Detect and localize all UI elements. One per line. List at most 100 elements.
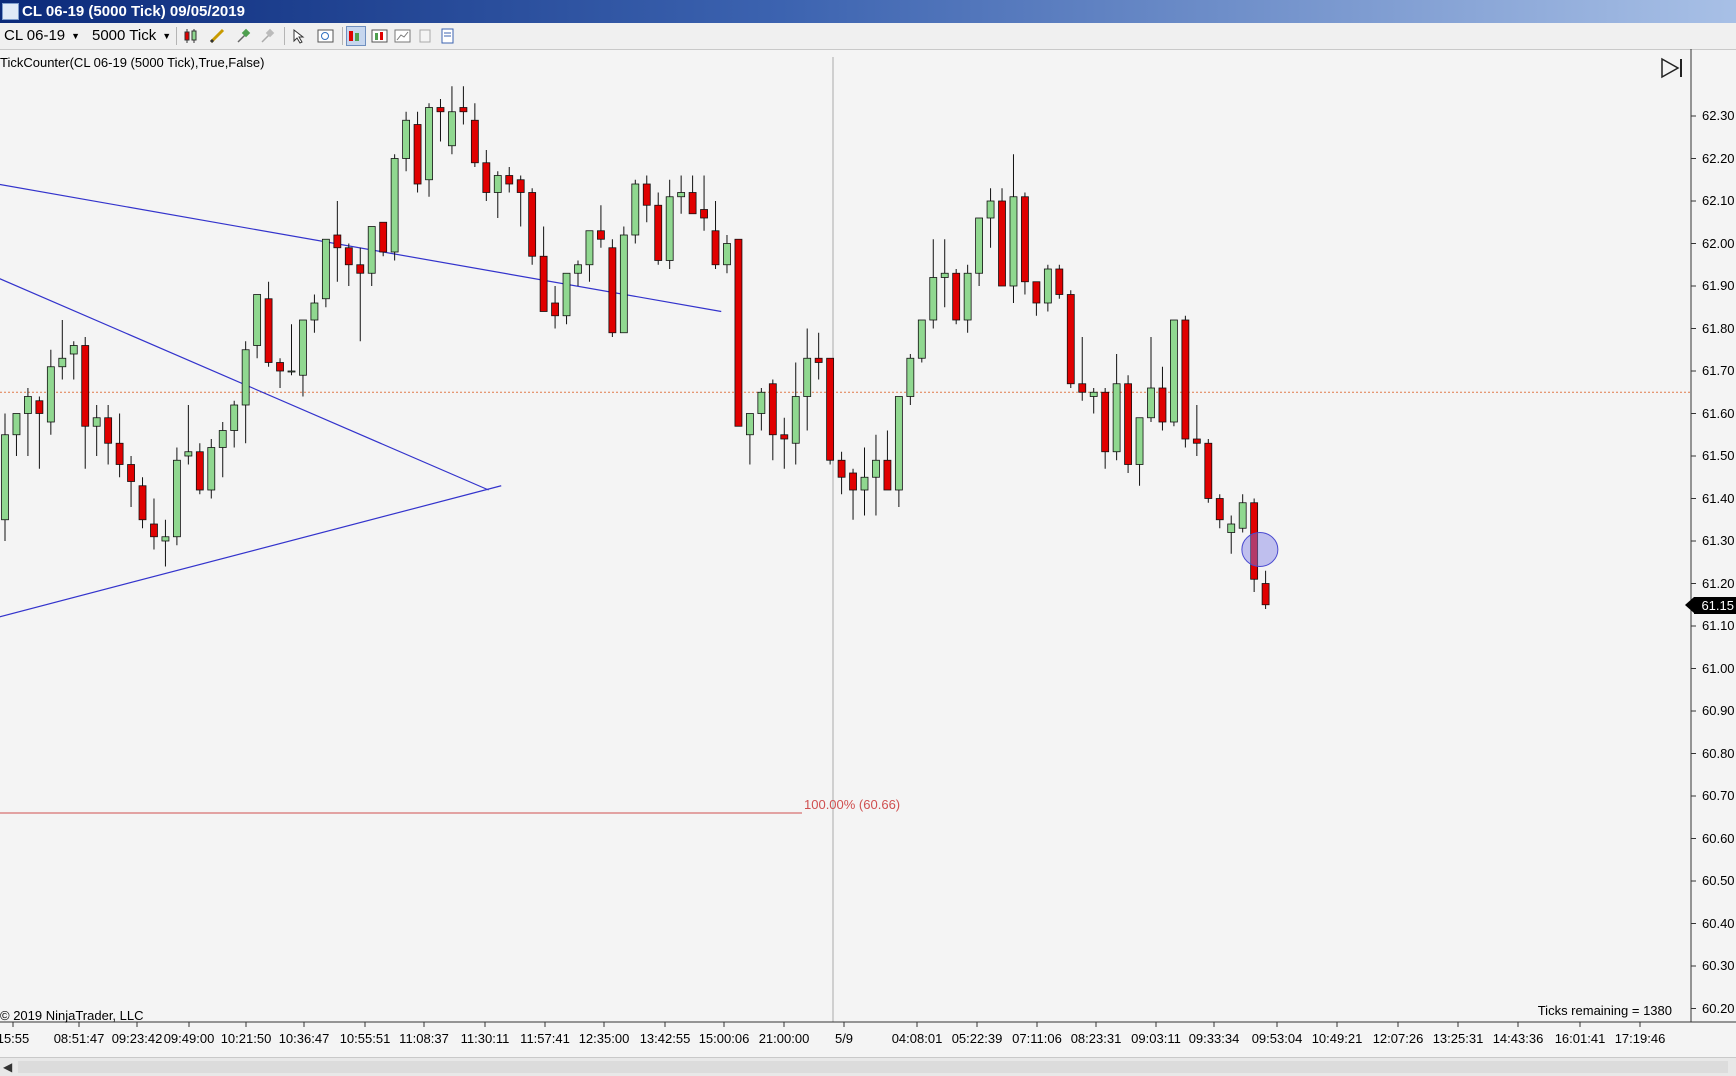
candle <box>791 362 800 465</box>
candle-body <box>1101 391 1110 453</box>
pointer-tool-button[interactable] <box>290 26 310 46</box>
candle-body <box>883 459 892 491</box>
candle <box>654 192 663 265</box>
candle-body <box>1112 383 1121 453</box>
candle-body <box>69 345 78 355</box>
time-axis-label: 13:42:55 <box>639 1031 691 1046</box>
horizontal-scrollbar[interactable]: ◀ <box>0 1057 1736 1076</box>
candle <box>917 319 926 363</box>
scroll-left-arrow-icon[interactable]: ◀ <box>3 1060 12 1074</box>
candle-body <box>287 370 296 373</box>
candle <box>826 357 835 465</box>
candle-body <box>757 391 766 414</box>
candle <box>1192 405 1201 456</box>
candle-body <box>115 442 124 465</box>
candle <box>448 86 456 155</box>
candle-body <box>642 183 651 206</box>
candle-body <box>402 119 411 159</box>
time-axis-label: 07:11:06 <box>1012 1031 1062 1046</box>
pin-button[interactable] <box>234 26 254 46</box>
window-title: CL 06-19 (5000 Tick) 09/05/2019 <box>22 3 245 20</box>
candle <box>12 413 21 456</box>
candle <box>1170 319 1178 427</box>
candle <box>425 103 433 197</box>
candle <box>58 320 67 380</box>
properties-button[interactable] <box>438 26 458 46</box>
candle-body <box>1238 502 1247 529</box>
candle-body <box>539 255 548 312</box>
price-axis-label: 60.90 <box>1702 703 1735 718</box>
candle <box>230 400 239 448</box>
candle <box>562 272 571 325</box>
candle-body <box>906 357 915 397</box>
candle-body <box>1261 583 1270 606</box>
scrollbar-thumb[interactable] <box>18 1061 1728 1073</box>
candle-body <box>1089 391 1098 397</box>
drawn-circle-marker[interactable] <box>1241 532 1279 567</box>
candle <box>184 405 193 465</box>
candle-body <box>310 302 319 321</box>
candle-body <box>367 226 376 274</box>
candle <box>1009 154 1018 303</box>
price-axis-label: 60.80 <box>1702 745 1735 761</box>
price-chart[interactable] <box>0 49 1736 1057</box>
candle-body <box>654 204 663 261</box>
strategy-chart-icon <box>394 29 411 43</box>
candle <box>287 324 296 376</box>
candle <box>619 226 628 334</box>
price-axis-label: 61.00 <box>1702 660 1735 676</box>
candle <box>104 405 113 465</box>
instrument-selector[interactable]: CL 06-19 ▼ <box>4 26 80 46</box>
candle-body <box>1078 383 1087 393</box>
scroll-to-end-button[interactable] <box>1660 55 1686 81</box>
copy-button[interactable] <box>415 26 435 46</box>
drawing-tools-button[interactable] <box>208 26 228 46</box>
period-selector[interactable]: 5000 Tick ▼ <box>92 26 171 46</box>
candle-body <box>711 230 720 266</box>
candle <box>505 167 514 193</box>
candle-body <box>1021 196 1029 283</box>
candle <box>24 388 32 456</box>
candle <box>963 264 972 333</box>
pencil-icon <box>209 28 225 44</box>
candle <box>551 286 559 329</box>
candle <box>780 417 789 469</box>
candle-body <box>333 234 342 249</box>
candle-body <box>1 434 9 521</box>
candle <box>860 447 869 516</box>
time-axis-label: 04:08:01 <box>891 1031 943 1046</box>
time-axis-label: 12:35:00 <box>578 1031 630 1046</box>
price-axis-label: 60.50 <box>1702 873 1735 888</box>
trendline[interactable] <box>0 485 502 618</box>
candlestick-icon <box>184 29 197 43</box>
candle-body <box>46 366 55 423</box>
bar-type-button[interactable] <box>182 26 202 46</box>
candle <box>92 405 101 456</box>
pin-disabled-button[interactable] <box>258 26 278 46</box>
candle <box>677 175 686 214</box>
candle <box>608 239 617 337</box>
candle-body <box>150 523 158 538</box>
candle <box>81 337 90 469</box>
cursor-arrow-icon <box>293 28 305 44</box>
candle <box>814 332 823 380</box>
candle-body <box>791 396 800 444</box>
candle-body <box>218 430 227 448</box>
zoom-button[interactable] <box>316 26 336 46</box>
candle <box>929 239 938 329</box>
time-axis-label: 21:00:00 <box>758 1031 810 1046</box>
candle-body <box>1181 319 1190 440</box>
candle-body <box>253 294 262 346</box>
candle <box>631 179 640 244</box>
indicators-button[interactable] <box>370 26 390 46</box>
chart-window-icon <box>2 3 19 20</box>
candle <box>299 319 307 397</box>
candle <box>528 188 537 265</box>
time-axis-label: 13:25:31 <box>1432 1031 1484 1046</box>
candle <box>849 468 857 520</box>
price-axis-label: 62.00 <box>1702 235 1735 251</box>
properties-icon <box>441 28 454 44</box>
candle-body <box>1135 417 1144 465</box>
data-box-button[interactable] <box>346 26 366 46</box>
strategies-button[interactable] <box>393 26 413 46</box>
